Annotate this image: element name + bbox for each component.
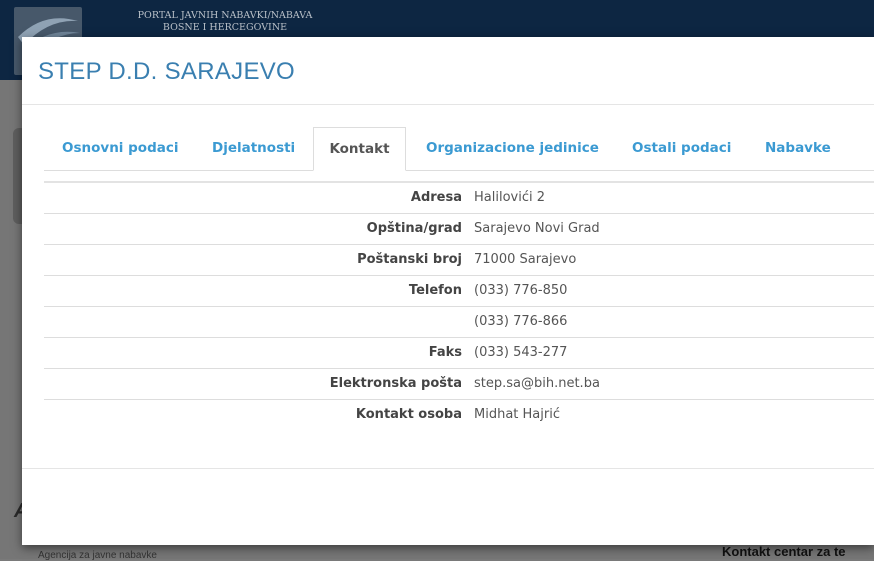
row-label: Opština/grad: [366, 221, 462, 236]
row-label: Adresa: [410, 190, 462, 205]
footer-agency-link[interactable]: Agencija za javne nabavke: [38, 550, 157, 561]
row-label: Poštanski broj: [357, 252, 462, 267]
row-value: Sarajevo Novi Grad: [474, 221, 600, 236]
tab-bar: Osnovni podaci Djelatnosti Kontakt Organ…: [44, 127, 874, 171]
table-row: Poštanski broj 71000 Sarajevo: [44, 245, 874, 276]
modal-footer-divider: [22, 468, 874, 469]
portal-title-line1: PORTAL JAVNIH NABAVKI/NABAVA: [137, 10, 313, 21]
tab-kontakt[interactable]: Kontakt: [313, 127, 406, 171]
row-value: (033) 543-277: [474, 345, 568, 360]
table-row: Opština/grad Sarajevo Novi Grad: [44, 214, 874, 245]
table-row: Adresa Halilovići 2: [44, 183, 874, 214]
portal-title-line2: BOSNE I HERCEGOVINE: [162, 22, 288, 33]
table-row: (033) 776-866: [44, 307, 874, 338]
modal-header: STEP D.D. SARAJEVO: [22, 37, 874, 105]
tab-osnovni-podaci[interactable]: Osnovni podaci: [62, 127, 178, 169]
tab-organizacione-jedinice[interactable]: Organizacione jedinice: [426, 127, 599, 169]
row-value: (033) 776-850: [474, 283, 568, 298]
row-value: 71000 Sarajevo: [474, 252, 577, 267]
row-value: Midhat Hajrić: [474, 407, 560, 422]
tab-nabavke[interactable]: Nabavke: [765, 127, 831, 169]
row-label: Kontakt osoba: [355, 407, 462, 422]
row-value: Halilovići 2: [474, 190, 545, 205]
contracting-authority-modal: STEP D.D. SARAJEVO Osnovni podaci Djelat…: [22, 37, 874, 545]
portal-title: PORTAL JAVNIH NABAVKI/NABAVA BOSNE I HER…: [100, 10, 350, 34]
table-row: Telefon (033) 776-850: [44, 276, 874, 307]
row-label: Telefon: [408, 283, 462, 298]
row-value: (033) 776-866: [474, 314, 568, 329]
table-row: Kontakt osoba Midhat Hajrić: [44, 400, 874, 430]
footer-contact-center: Kontakt centar za te: [722, 544, 846, 559]
row-label: Elektronska pošta: [329, 376, 462, 391]
table-row: Elektronska pošta step.sa@bih.net.ba: [44, 369, 874, 400]
row-value[interactable]: step.sa@bih.net.ba: [474, 369, 600, 399]
row-label: Faks: [428, 345, 462, 360]
tab-djelatnosti[interactable]: Djelatnosti: [212, 127, 295, 169]
contact-table: Adresa Halilovići 2 Opština/grad Sarajev…: [44, 183, 874, 430]
tab-ostali-podaci[interactable]: Ostali podaci: [632, 127, 731, 169]
modal-title: STEP D.D. SARAJEVO: [38, 58, 296, 85]
table-row: Faks (033) 543-277: [44, 338, 874, 369]
